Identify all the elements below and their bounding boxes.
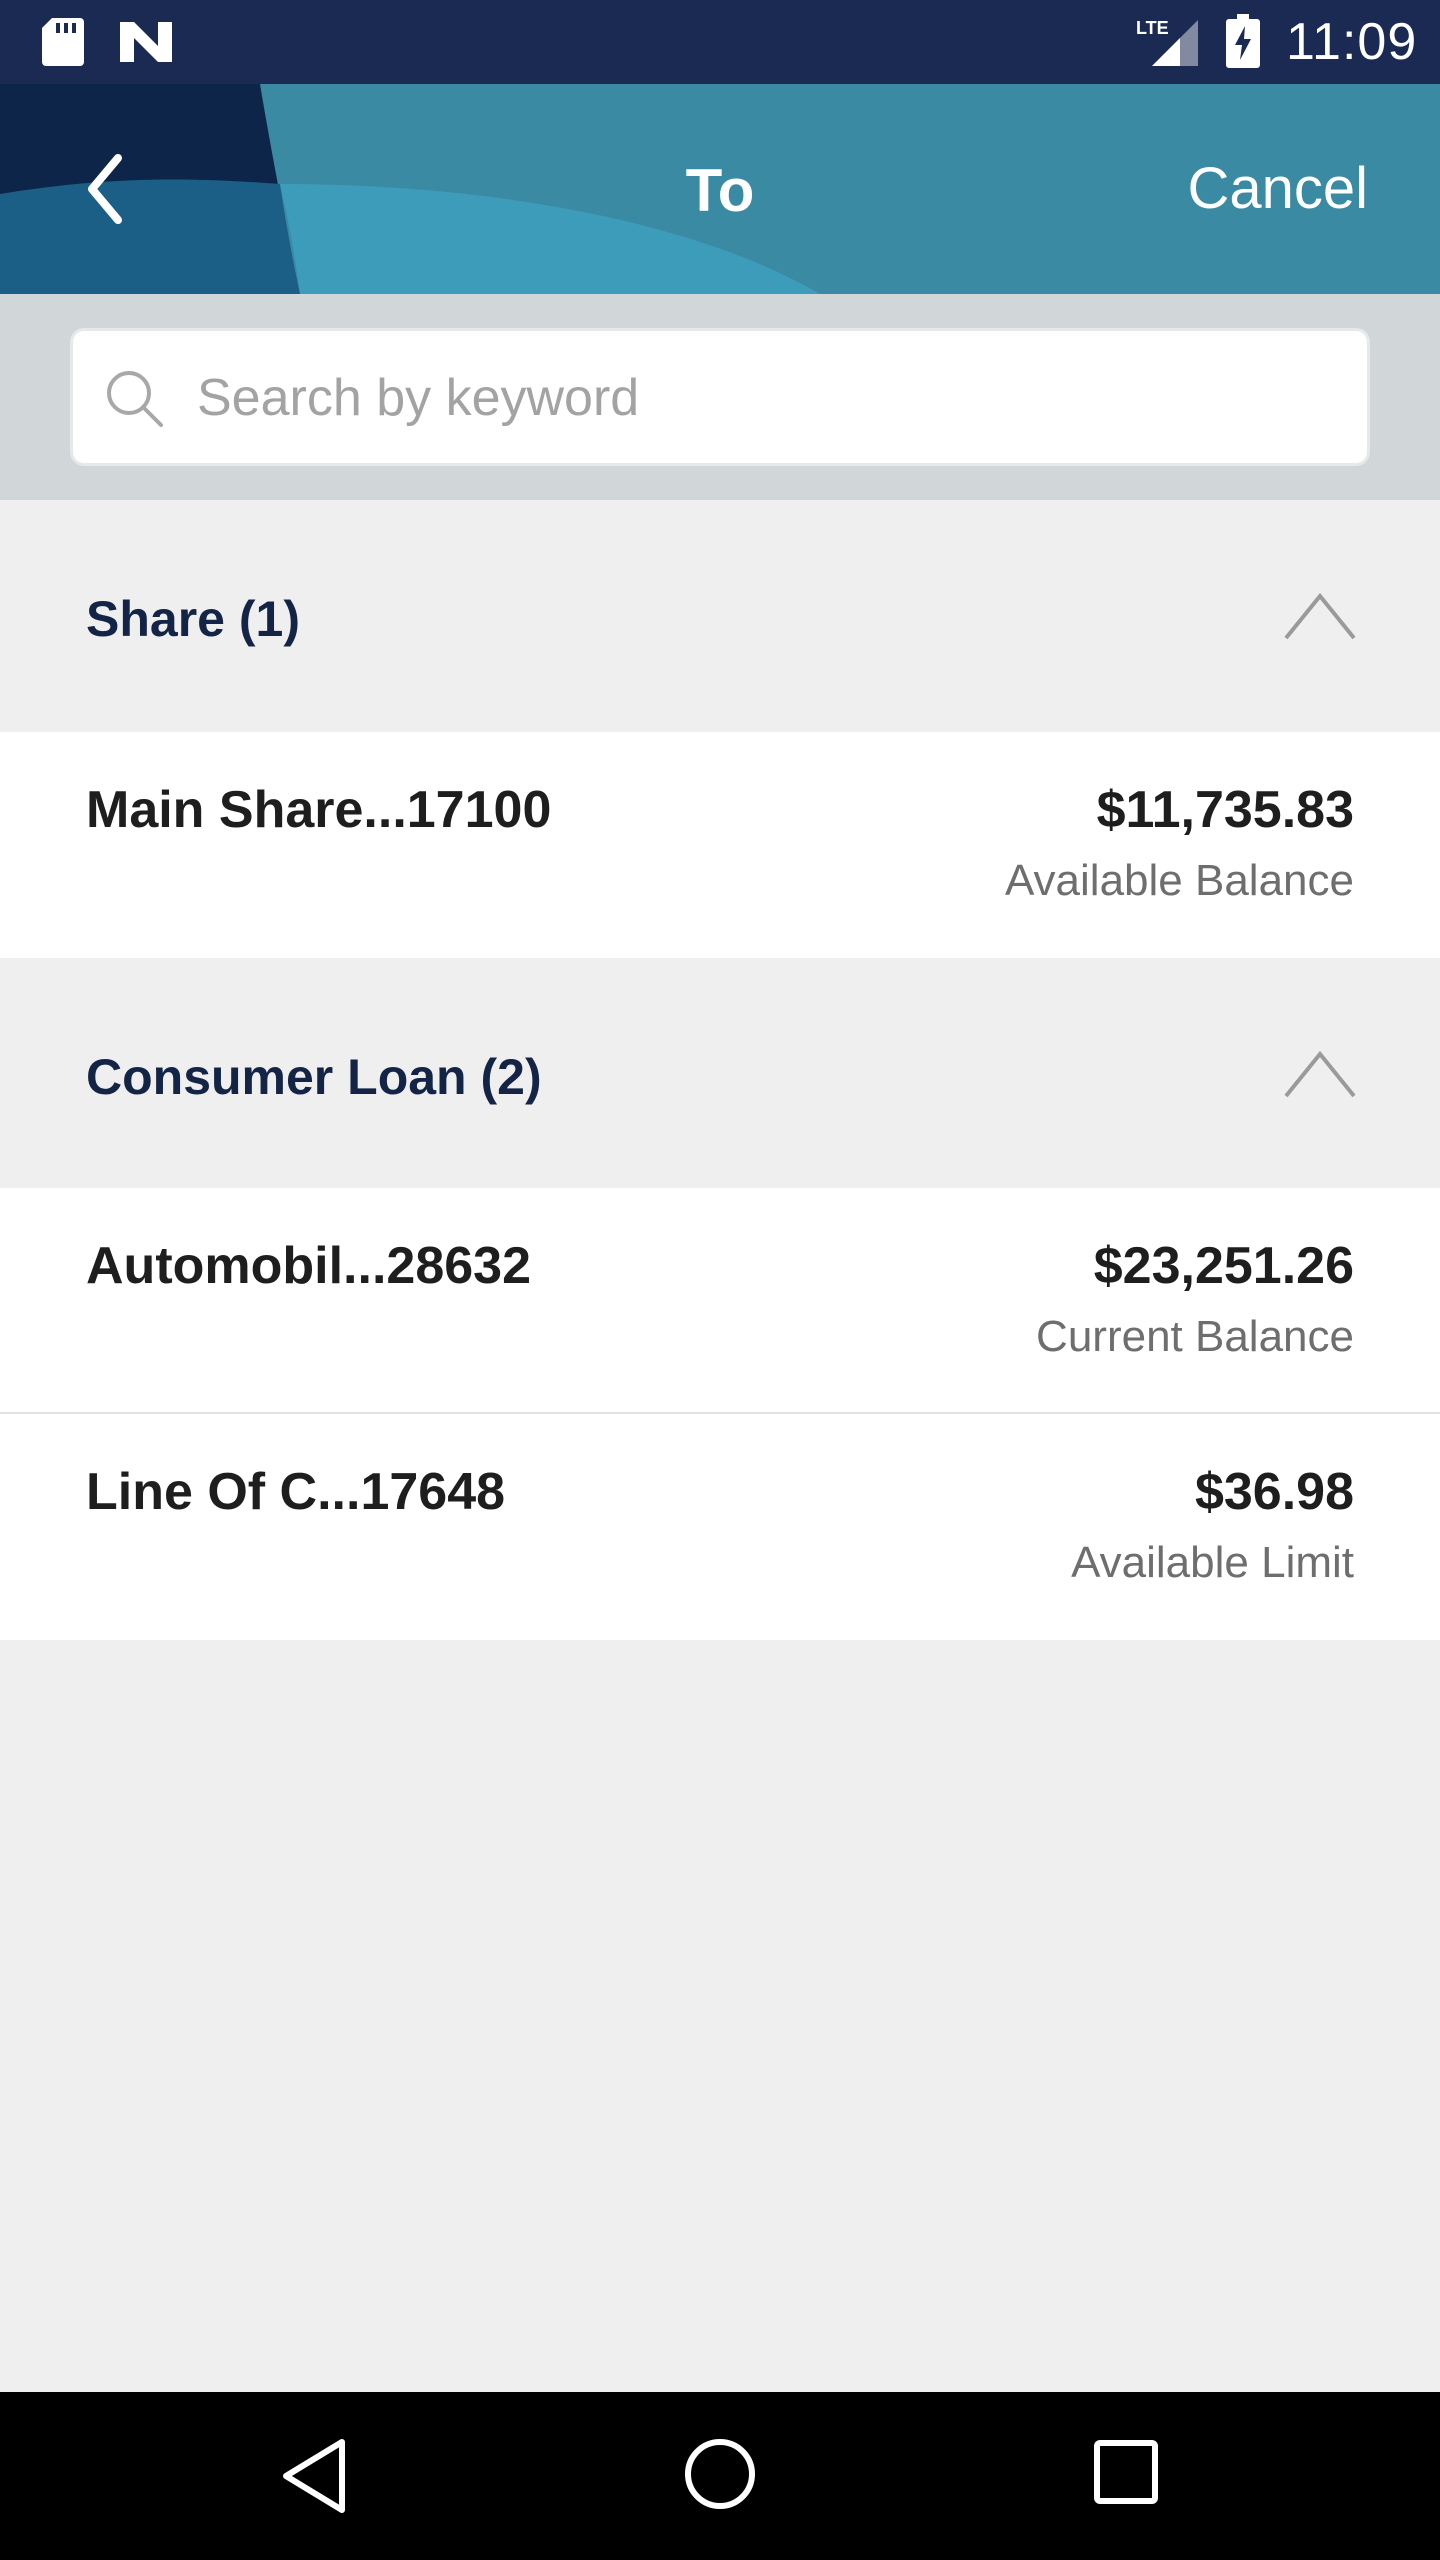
section-header-consumer-loan[interactable]: Consumer Loan (2) [0,958,1440,1190]
account-balance-label: Available Limit [1071,1538,1354,1587]
account-balance-label: Current Balance [1036,1312,1354,1361]
nav-home-icon[interactable] [682,2436,758,2512]
account-row[interactable]: Line Of C...17648 $36.98 Available Limit [0,1414,1440,1640]
section-header-share[interactable]: Share (1) [0,500,1440,732]
app-header: To Cancel [0,84,1440,294]
status-time: 11:09 [1286,13,1418,71]
account-name: Main Share...17100 [86,781,552,839]
section-title: Consumer Loan (2) [86,1049,542,1105]
section-title: Share (1) [86,591,300,647]
account-amount: $23,251.26 [1093,1237,1354,1295]
sd-card-icon [42,18,84,66]
nav-back-icon[interactable] [280,2436,350,2516]
navigation-bar [0,2392,1440,2560]
account-row[interactable]: Automobil...28632 $23,251.26 Current Bal… [0,1188,1440,1414]
lte-signal-icon: LTE [1136,18,1198,66]
account-row[interactable]: Main Share...17100 $11,735.83 Available … [0,732,1440,958]
search-area [0,294,1440,500]
svg-text:LTE: LTE [1136,18,1169,38]
n-notification-icon [120,22,172,62]
account-amount: $11,735.83 [1096,781,1354,839]
status-bar: LTE 11:09 [0,0,1440,84]
account-name: Line Of C...17648 [86,1463,506,1521]
cancel-button[interactable]: Cancel [1187,154,1368,224]
search-icon [107,371,163,427]
search-input[interactable] [197,355,1337,441]
account-amount: $36.98 [1194,1463,1354,1521]
account-balance-label: Available Balance [1005,856,1354,905]
chevron-up-icon[interactable] [1282,588,1358,644]
account-name: Automobil...28632 [86,1237,531,1295]
nav-recents-icon[interactable] [1092,2438,1160,2506]
search-box[interactable] [70,328,1370,466]
chevron-up-icon[interactable] [1282,1046,1358,1102]
battery-charging-icon [1226,14,1260,68]
